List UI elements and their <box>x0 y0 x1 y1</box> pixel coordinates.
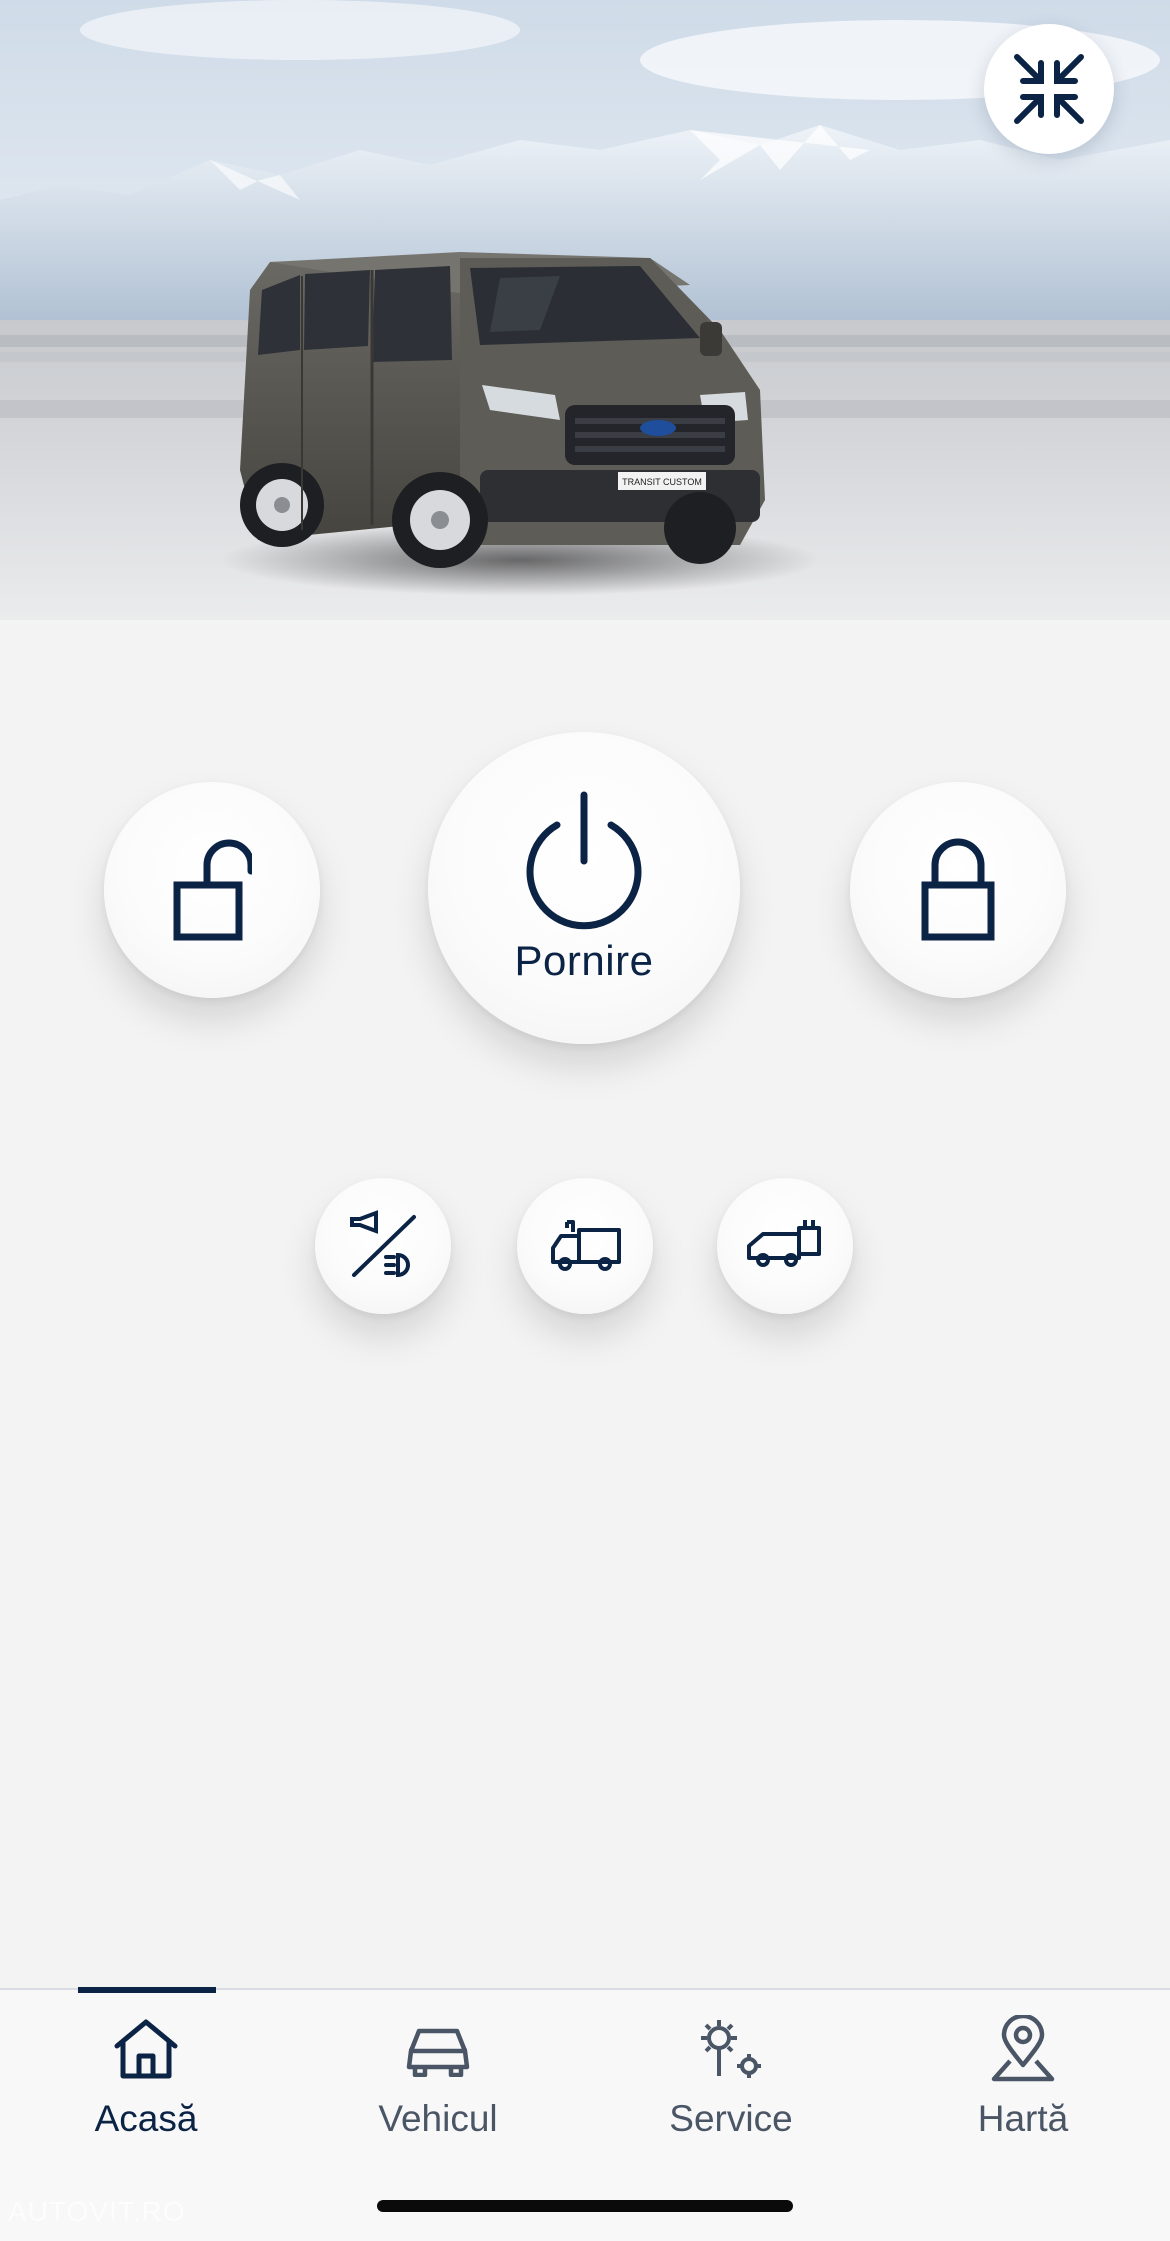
watermark: AUTOVIT.RO <box>8 2196 186 2227</box>
map-pin-icon <box>991 2015 1055 2082</box>
horn-lights-icon <box>350 1210 416 1278</box>
start-label: Pornire <box>514 937 654 984</box>
nav-label-vehicle: Vehicul <box>378 2098 498 2139</box>
nav-item-vehicle[interactable]: Vehicul <box>292 1990 584 2160</box>
lock-icon <box>921 838 995 941</box>
vehicle-hero: TRANSIT CUSTOM <box>0 0 1170 680</box>
unlock-icon <box>173 839 252 941</box>
nav-label-map: Hartă <box>977 2098 1069 2139</box>
nav-item-home[interactable]: Acasă <box>0 1990 292 2160</box>
home-icon <box>114 2019 178 2079</box>
power-icon <box>526 791 642 930</box>
nav-label-service: Service <box>669 2098 793 2139</box>
service-gears-icon <box>701 2020 761 2078</box>
horn-lights-button[interactable] <box>315 1178 451 1314</box>
unlock-button[interactable] <box>104 782 320 998</box>
cargo-van-icon <box>747 1220 821 1267</box>
car-icon <box>406 2028 470 2077</box>
truck-icon <box>551 1220 621 1271</box>
model-badge: TRANSIT CUSTOM <box>622 477 702 487</box>
nav-item-service[interactable]: Service <box>585 1990 877 2160</box>
truck-button[interactable] <box>517 1178 653 1314</box>
start-button[interactable]: Pornire <box>428 732 740 1044</box>
nav-item-map[interactable]: Hartă <box>877 1990 1169 2160</box>
lock-button[interactable] <box>850 782 1066 998</box>
collapse-button[interactable] <box>984 24 1114 154</box>
home-indicator[interactable] <box>377 2200 793 2212</box>
collapse-arrows-icon <box>1014 54 1084 124</box>
van-illustration: TRANSIT CUSTOM <box>240 252 765 568</box>
cargo-van-button[interactable] <box>717 1178 853 1314</box>
nav-label-home: Acasă <box>94 2098 198 2139</box>
